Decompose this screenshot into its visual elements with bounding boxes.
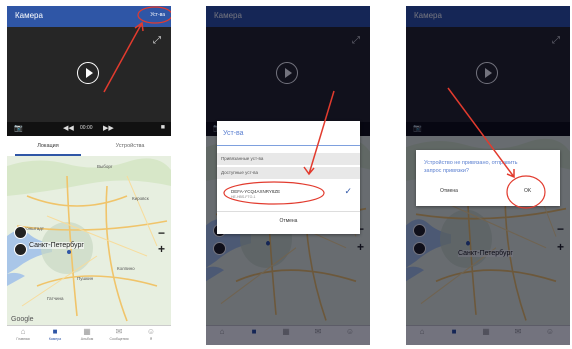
arrow-annotation [103, 21, 144, 93]
arrow-annotation [447, 87, 515, 179]
annotation-overlay [103, 6, 171, 93]
map-view[interactable]: Выборг Кронштадт Пушкин Колпино Гатчина … [7, 156, 171, 326]
nav-camera[interactable]: ■ Камера [39, 327, 71, 342]
nav-home[interactable]: ⌂ Главная [7, 327, 39, 342]
map-label: Кировск [132, 196, 149, 201]
highlight-ellipse [506, 175, 546, 209]
google-logo: Google [11, 316, 34, 323]
tab-bar: Локация Устройства [7, 136, 171, 156]
map-label: Выборг [97, 164, 113, 169]
mail-icon: ✉ [115, 327, 123, 336]
album-icon: ▦ [83, 327, 91, 336]
home-icon: ⌂ [20, 327, 26, 336]
video-camera-icon: ■ [52, 327, 58, 336]
arrow-annotation [303, 90, 335, 176]
nav-profile[interactable]: ☺ Я [135, 327, 167, 342]
map-label: Гатчина [47, 296, 64, 301]
map-label: Пушкин [77, 276, 94, 281]
phone-screen-device-list: Камера ⤢ 📷 − + ⌂ ■ ▦ ✉ ☺ Уст-ва Привязан… [206, 6, 370, 345]
annotation-overlay [447, 87, 546, 209]
map-label: Колпино [117, 266, 135, 271]
nav-album[interactable]: ▦ Альбом [71, 327, 103, 342]
highlight-ellipse [137, 6, 171, 24]
highlight-ellipse [223, 181, 325, 205]
tab-devices[interactable]: Устройства [89, 143, 171, 149]
phone-screen-bind-request: Камера ⤢ 📷 Санкт-Петербург − + ⌂ ■ ▦ ✉ ☺… [406, 6, 570, 345]
zoom-in-icon[interactable]: + [158, 242, 165, 256]
location-button-icon[interactable] [14, 226, 27, 239]
nav-messages[interactable]: ✉ Сообщения [103, 327, 135, 342]
city-label: Санкт-Петербург [29, 242, 84, 249]
navigation-button-icon[interactable] [14, 243, 27, 256]
bottom-nav: ⌂ Главная ■ Камера ▦ Альбом ✉ Сообщения ☺ Я [7, 325, 171, 345]
user-icon: ☺ [146, 327, 156, 336]
phone-screen-camera: Камера Уст-ва ⤢ 📷 ◀◀ 00:00 ▶▶ ■ Локация … [7, 6, 171, 345]
annotation-overlay [223, 90, 335, 205]
zoom-out-icon[interactable]: − [158, 226, 165, 240]
tab-location[interactable]: Локация [7, 143, 89, 149]
